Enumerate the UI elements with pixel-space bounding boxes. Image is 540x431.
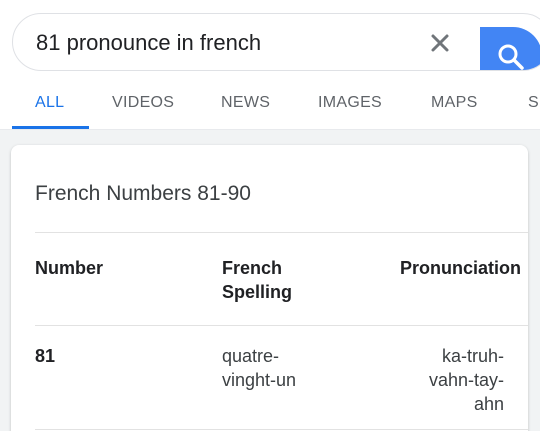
title-divider [35, 232, 528, 233]
card-title: French Numbers 81-90 [35, 182, 251, 205]
clear-button[interactable] [425, 28, 455, 58]
search-input[interactable] [36, 27, 416, 59]
close-icon [431, 34, 449, 52]
featured-snippet-card: French Numbers 81-90 Number French Spell… [11, 145, 528, 431]
search-results-page: ALL VIDEOS NEWS IMAGES MAPS S French Num… [0, 0, 540, 431]
tab-more[interactable]: S [528, 94, 539, 112]
search-button[interactable] [480, 27, 540, 70]
tab-images[interactable]: IMAGES [318, 94, 382, 112]
header-divider [35, 325, 528, 326]
row-divider [35, 429, 528, 430]
tab-maps[interactable]: MAPS [431, 94, 478, 112]
table-cell-pronunciation: ka-truh- vahn-tay- ahn [428, 346, 504, 414]
header: ALL VIDEOS NEWS IMAGES MAPS S [0, 0, 540, 130]
tab-news[interactable]: NEWS [221, 94, 270, 112]
table-cell-french-spelling: quatre- vinght-un [222, 346, 297, 390]
search-icon [498, 44, 524, 70]
tab-videos[interactable]: VIDEOS [112, 94, 174, 112]
search-bar [12, 13, 540, 71]
tab-all[interactable]: ALL [35, 94, 64, 112]
column-header-french-spelling: French Spelling [222, 258, 293, 302]
tabs-divider [0, 129, 540, 130]
table-cell-number: 81 [35, 346, 56, 366]
search-tabs: ALL VIDEOS NEWS IMAGES MAPS S [0, 84, 540, 130]
column-header-pronunciation: Pronunciation [400, 258, 521, 278]
column-header-number: Number [35, 258, 104, 278]
